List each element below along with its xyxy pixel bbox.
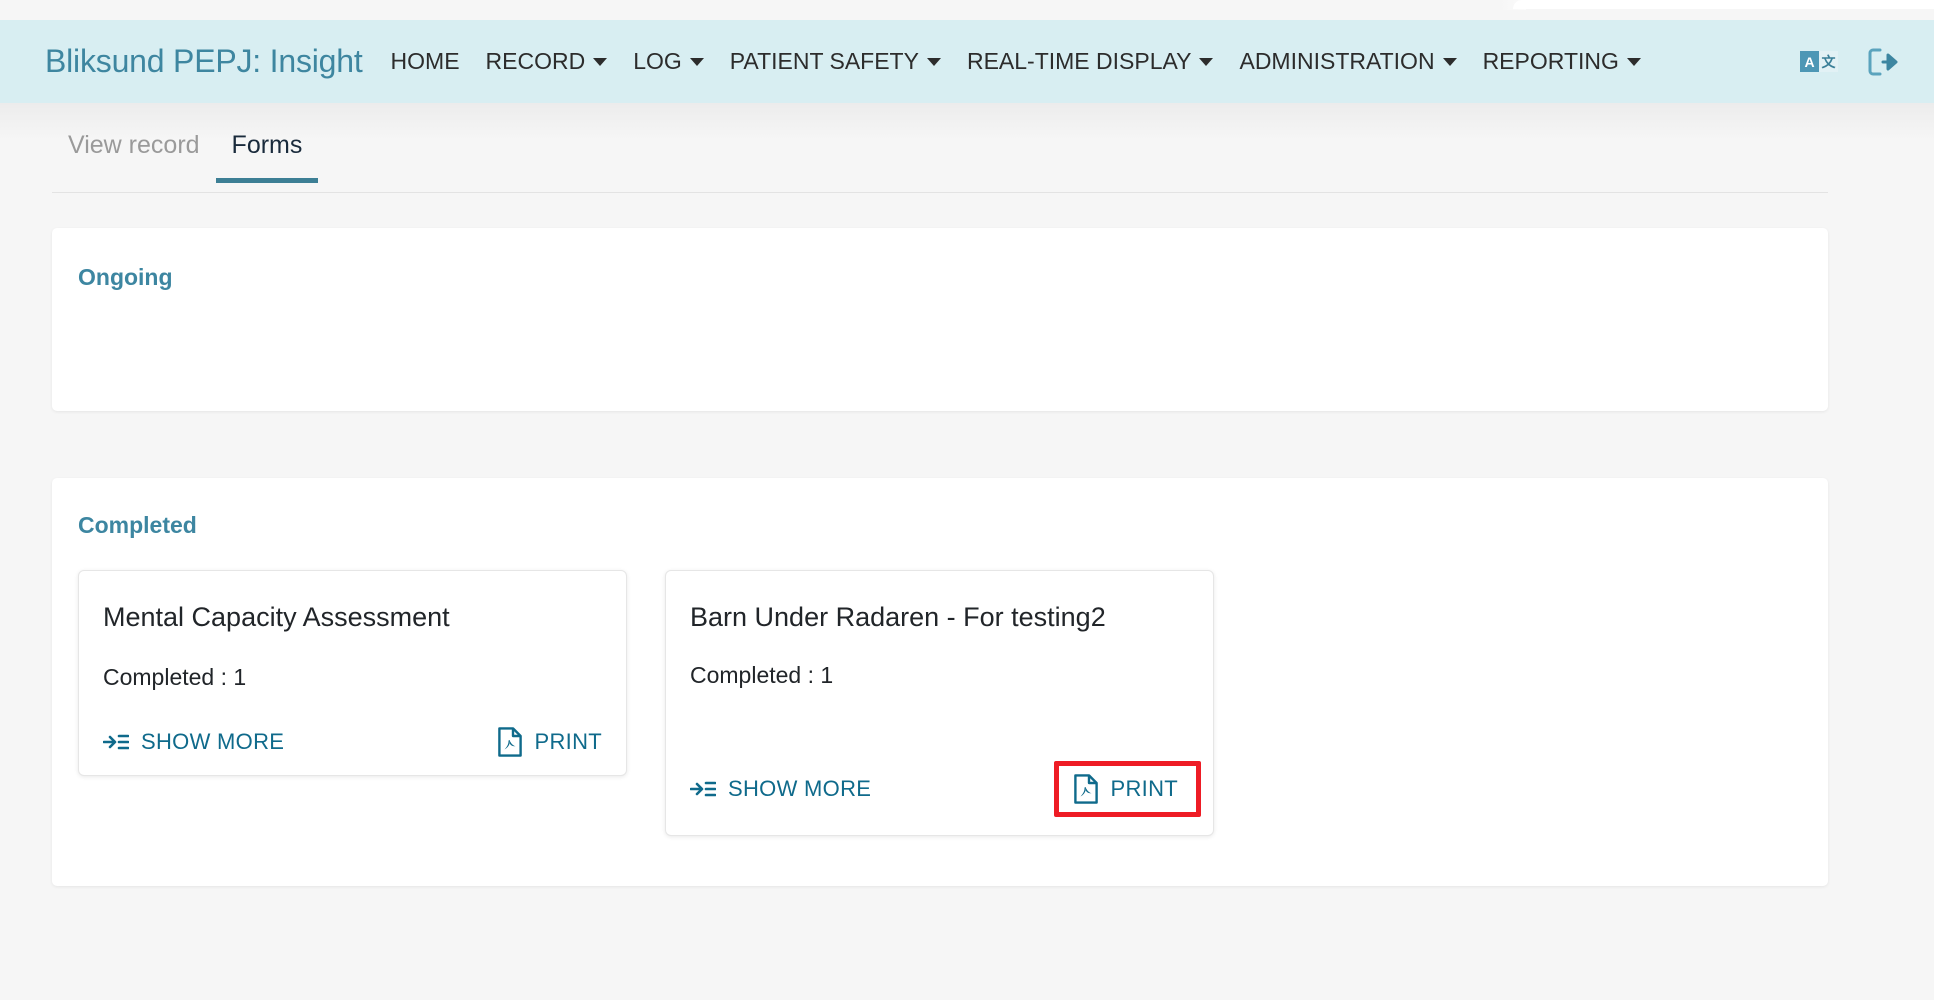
chevron-down-icon: [1442, 57, 1457, 66]
translate-icon-latin: A: [1800, 51, 1819, 72]
navbar-right-actions: A 文: [1800, 48, 1898, 76]
form-card-mental-capacity-assessment[interactable]: Mental Capacity Assessment Completed : 1…: [78, 570, 627, 776]
nav-item-patient-safety[interactable]: PATIENT SAFETY: [730, 48, 941, 75]
ongoing-panel: Ongoing: [52, 228, 1828, 411]
completed-panel-title: Completed: [78, 512, 197, 538]
nav-item-record[interactable]: RECORD: [486, 48, 608, 75]
chevron-down-icon: [926, 57, 941, 66]
tab-view-record[interactable]: View record: [52, 131, 216, 183]
pdf-file-icon: [497, 727, 523, 757]
chevron-down-icon: [689, 57, 704, 66]
tab-view-record-label: View record: [68, 131, 200, 159]
nav-item-log-label: LOG: [633, 48, 682, 74]
nav-item-real-time-display-label: REAL-TIME DISPLAY: [966, 48, 1192, 74]
print-label: PRINT: [1110, 776, 1178, 801]
nav-item-real-time-display[interactable]: REAL-TIME DISPLAY: [967, 48, 1214, 75]
tab-divider: [52, 192, 1828, 193]
completed-panel: Completed Mental Capacity Assessment Com…: [52, 478, 1828, 886]
indent-list-icon: [103, 732, 129, 752]
chevron-down-icon: [593, 57, 608, 66]
tab-forms-label: Forms: [231, 131, 303, 159]
form-card-barn-under-radaren[interactable]: Barn Under Radaren - For testing2 Comple…: [665, 570, 1214, 836]
nav-item-reporting[interactable]: REPORTING: [1483, 48, 1641, 75]
show-more-label: SHOW MORE: [728, 776, 872, 801]
form-card-title: Barn Under Radaren - For testing2: [690, 602, 1106, 632]
nav-item-home-label: HOME: [390, 48, 460, 74]
nav-item-administration-label: ADMINISTRATION: [1239, 48, 1435, 74]
nav-item-patient-safety-label: PATIENT SAFETY: [729, 48, 919, 74]
tab-bar: View record Forms: [0, 103, 1934, 195]
logout-icon[interactable]: [1868, 48, 1898, 76]
form-card-completed-count: Completed : 1: [103, 664, 247, 691]
form-card-actions: SHOW MORE PRINT: [690, 761, 1201, 817]
translate-icon[interactable]: A 文: [1800, 51, 1838, 72]
indent-list-icon: [690, 779, 716, 799]
nav-item-reporting-label: REPORTING: [1482, 48, 1619, 74]
form-card-actions: SHOW MORE PRINT: [103, 727, 602, 757]
browser-chrome-strip: [0, 0, 1934, 20]
pdf-file-icon: [1073, 774, 1099, 804]
show-more-label: SHOW MORE: [141, 729, 285, 754]
tab-forms[interactable]: Forms: [215, 131, 319, 183]
top-navbar: Bliksund PEPJ: Insight HOME RECORD LOG P…: [0, 20, 1934, 103]
tab-list: View record Forms: [52, 131, 319, 183]
show-more-button[interactable]: SHOW MORE: [103, 729, 284, 755]
print-button-highlighted[interactable]: PRINT: [1053, 761, 1201, 817]
translate-icon-cjk: 文: [1819, 51, 1838, 72]
completed-card-list: Mental Capacity Assessment Completed : 1…: [78, 570, 1214, 836]
show-more-button[interactable]: SHOW MORE: [690, 776, 871, 802]
browser-tab[interactable]: [1513, 0, 1934, 9]
nav-item-record-label: RECORD: [485, 48, 586, 74]
form-card-completed-count: Completed : 1: [690, 662, 834, 689]
nav-item-log[interactable]: LOG: [633, 48, 704, 75]
nav-item-home[interactable]: HOME: [391, 48, 460, 75]
form-card-title: Mental Capacity Assessment: [103, 602, 450, 632]
chevron-down-icon: [1199, 57, 1214, 66]
app-brand-title[interactable]: Bliksund PEPJ: Insight: [45, 43, 363, 80]
ongoing-panel-title: Ongoing: [78, 264, 173, 290]
print-label: PRINT: [534, 729, 602, 754]
print-button[interactable]: PRINT: [497, 727, 603, 757]
page-root: Bliksund PEPJ: Insight HOME RECORD LOG P…: [0, 0, 1934, 1000]
chevron-down-icon: [1626, 57, 1641, 66]
nav-item-administration[interactable]: ADMINISTRATION: [1239, 48, 1457, 75]
